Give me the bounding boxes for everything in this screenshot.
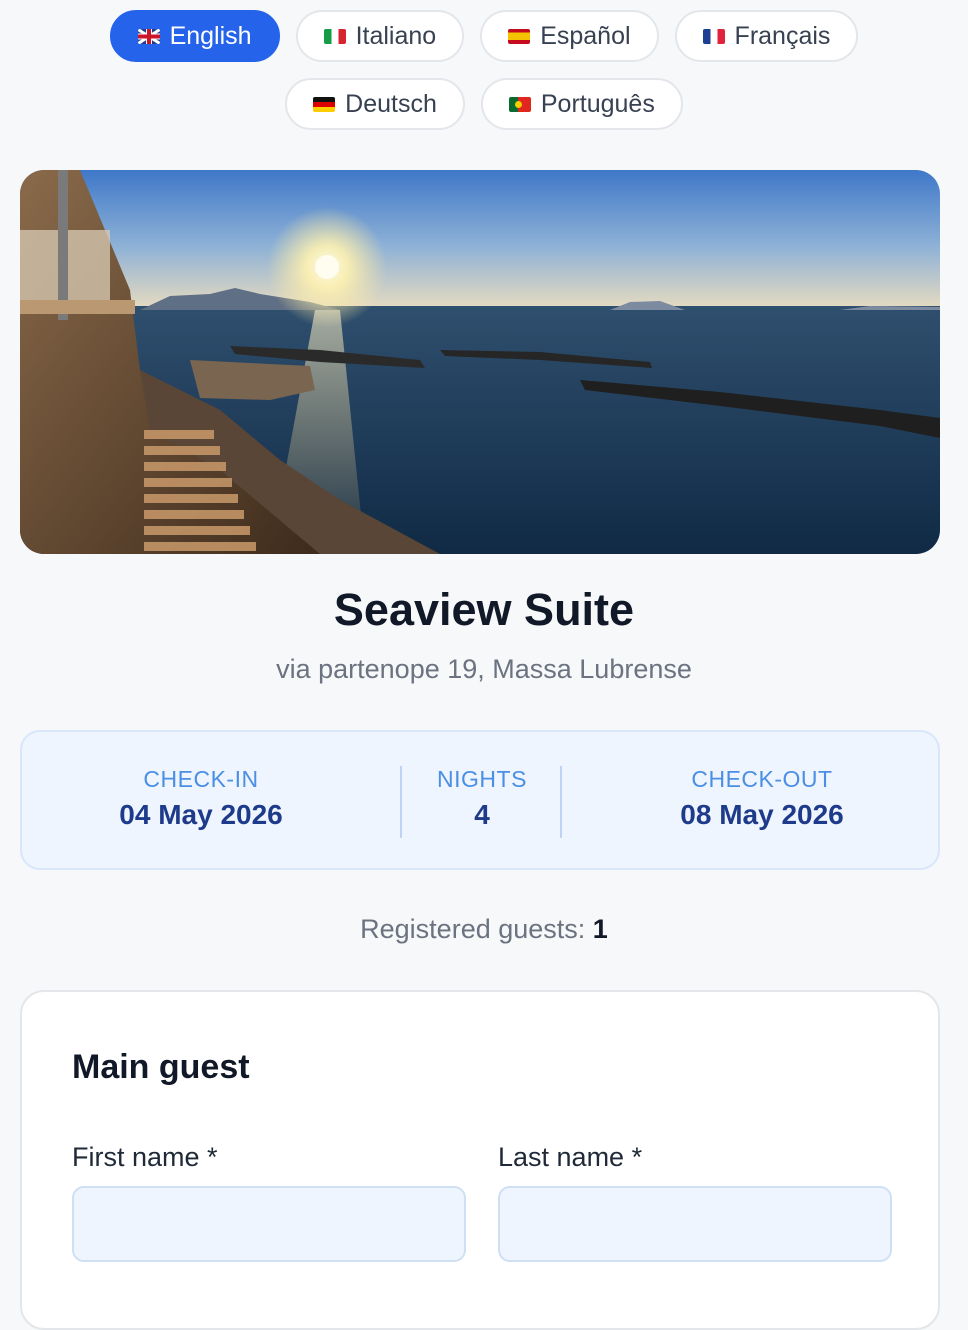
checkin-value: 04 May 2026 xyxy=(119,799,283,830)
language-button-english[interactable]: English xyxy=(109,10,280,62)
property-title: Seaview Suite xyxy=(333,584,635,635)
language-button-portugues[interactable]: Português xyxy=(480,78,683,130)
nights-value: 4 xyxy=(474,799,490,830)
property-address: via partenope 19, Massa Lubrense xyxy=(276,654,692,684)
nights-label: NIGHTS xyxy=(437,766,527,792)
nights-block: NIGHTS 4 xyxy=(402,766,562,831)
language-label: Português xyxy=(540,89,655,118)
language-switcher: English Italiano Español Français Deutsc… xyxy=(0,10,968,130)
language-label: Français xyxy=(734,21,831,50)
section-title: Main guest xyxy=(72,1048,250,1086)
checkin-label: CHECK-IN xyxy=(143,766,259,792)
language-label: English xyxy=(169,21,252,50)
registered-guests-label: Registered guests: xyxy=(360,914,586,944)
spain-flag-icon xyxy=(508,28,531,44)
language-row-2: Deutsch Português xyxy=(285,78,683,130)
property-hero-image xyxy=(20,170,940,554)
language-label: Italiano xyxy=(355,21,437,50)
uk-flag-icon xyxy=(137,28,160,44)
first-name-input[interactable] xyxy=(72,1186,466,1262)
language-label: Deutsch xyxy=(345,89,437,118)
language-label: Español xyxy=(540,21,631,50)
italy-flag-icon xyxy=(323,28,346,44)
checkout-label: CHECK-OUT xyxy=(691,766,833,792)
first-name-label: First name * xyxy=(72,1142,218,1172)
checkout-value: 08 May 2026 xyxy=(680,799,844,830)
language-button-francais[interactable]: Français xyxy=(674,10,859,62)
checkout-block: CHECK-OUT 08 May 2026 xyxy=(582,766,942,831)
language-button-deutsch[interactable]: Deutsch xyxy=(285,78,465,130)
last-name-input[interactable] xyxy=(498,1186,892,1262)
divider xyxy=(560,766,562,838)
last-name-label: Last name * xyxy=(498,1142,643,1172)
main-guest-form: Main guest First name * Last name * xyxy=(20,990,940,1330)
portugal-flag-icon xyxy=(508,96,531,112)
language-row-1: English Italiano Español Français xyxy=(109,10,859,62)
germany-flag-icon xyxy=(313,96,336,112)
stay-summary: CHECK-IN 04 May 2026 NIGHTS 4 CHECK-OUT … xyxy=(20,730,940,870)
checkin-block: CHECK-IN 04 May 2026 xyxy=(22,766,380,831)
france-flag-icon xyxy=(702,28,725,44)
registered-guests-count: 1 xyxy=(592,914,608,944)
registered-guests: Registered guests: 1 xyxy=(0,914,968,945)
language-button-espanol[interactable]: Español xyxy=(480,10,659,62)
language-button-italiano[interactable]: Italiano xyxy=(295,10,465,62)
